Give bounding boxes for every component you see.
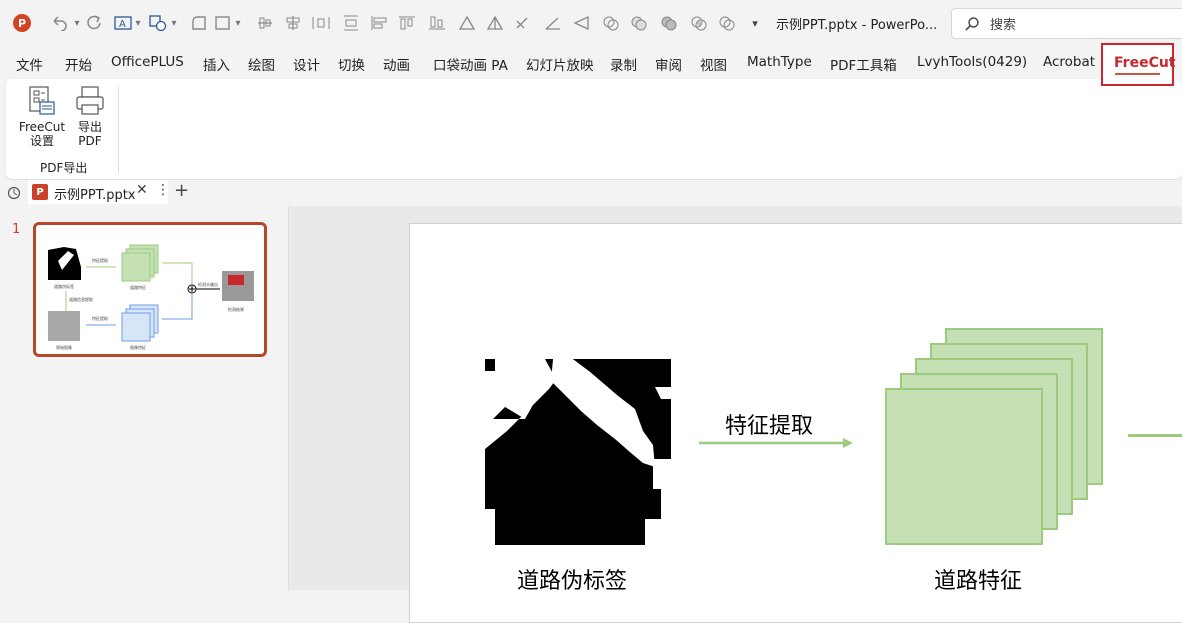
customize-toolbar-icon[interactable]: ▾ — [748, 12, 762, 34]
slide-thumbnail-preview: 道路伪标签 特征提取 道路特征 检测头输出 检测结果 道路信息提取 原始图像 特… — [48, 244, 254, 350]
search-icon — [965, 16, 979, 31]
title-bar: P ▾ A ▾ ▾ ▾ ▾ 示例PPT.pptx - PowerPo... 搜索 — [0, 0, 1182, 46]
powerpoint-logo-icon: P — [13, 14, 31, 32]
sync-icon[interactable] — [6, 185, 22, 201]
caption-road-pseudo-label: 道路伪标签 — [517, 569, 628, 594]
search-placeholder: 搜索 — [990, 18, 1017, 33]
distribute-vertical-icon[interactable] — [340, 12, 362, 34]
svg-text:道路信息提取: 道路信息提取 — [69, 296, 93, 302]
merge-shapes-icon[interactable] — [600, 12, 622, 34]
caption-road-feature: 道路特征 — [934, 569, 1023, 594]
freecut-settings-label-2: 设置 — [29, 134, 54, 148]
tab-lvyhtools[interactable]: LvyhTools(0429) — [917, 54, 1027, 70]
tab-home[interactable]: 开始 — [65, 54, 92, 74]
export-pdf-label-2: PDF — [78, 134, 102, 148]
align-center-vertical-icon[interactable] — [254, 12, 276, 34]
tab-record[interactable]: 录制 — [610, 54, 637, 74]
slide-number: 1 — [12, 222, 21, 237]
align-left-icon[interactable] — [368, 12, 390, 34]
tab-animations[interactable]: 动画 — [383, 54, 410, 74]
svg-text:检测结果: 检测结果 — [228, 306, 244, 312]
tab-pdf-toolbox[interactable]: PDF工具箱 — [830, 54, 897, 74]
feature-extraction-arrow[interactable] — [699, 437, 855, 449]
shapes-icon[interactable] — [147, 12, 169, 34]
group-separator — [118, 85, 119, 173]
ribbon-panel: FreeCut 设置 导出 PDF PDF导出 — [6, 79, 1182, 179]
tab-acrobat[interactable]: Acrobat — [1043, 54, 1095, 70]
brush-icon[interactable] — [512, 12, 534, 34]
shapes-dropdown-icon[interactable]: ▾ — [168, 12, 180, 34]
tab-insert[interactable]: 插入 — [203, 54, 230, 74]
align-bottom-icon[interactable] — [426, 12, 448, 34]
freecut-settings-label-1: FreeCut — [18, 120, 66, 134]
align-center-horizontal-icon[interactable] — [282, 12, 304, 34]
fill-triangle-icon[interactable] — [570, 12, 592, 34]
freecut-settings-icon — [29, 86, 55, 115]
tab-freecut-label: FreeCut — [1114, 55, 1176, 71]
tab-file[interactable]: 文件 — [16, 54, 43, 74]
angle-icon[interactable] — [542, 12, 564, 34]
active-tab-underline — [1115, 73, 1160, 75]
tab-freecut[interactable]: FreeCut — [1101, 43, 1176, 86]
more-options-icon[interactable]: ⋮ — [156, 182, 170, 198]
ribbon-tabs: 文件 开始 OfficePLUS 插入 绘图 设计 切换 动画 口袋动画 PA … — [0, 46, 1182, 80]
svg-text:A: A — [119, 19, 126, 30]
fragment-icon[interactable] — [688, 12, 710, 34]
rounded-rect-icon[interactable] — [188, 12, 210, 34]
slide-thumbnail-pane: 1 道路伪标签 特征提取 道路特征 检测头输出 检测结果 道路信息提取 原始图像 — [0, 206, 288, 590]
redo-icon[interactable] — [82, 12, 104, 34]
export-pdf-label-1: 导出 — [77, 120, 102, 134]
svg-text:图像特征: 图像特征 — [130, 344, 146, 350]
new-tab-button[interactable]: + — [174, 180, 189, 201]
tab-view[interactable]: 视图 — [700, 54, 727, 74]
svg-text:特征提取: 特征提取 — [92, 257, 108, 263]
pptx-file-icon: P — [32, 184, 48, 200]
tab-review[interactable]: 审阅 — [655, 54, 682, 74]
document-tab-strip: P 示例PPT.pptx ✕ ⋮ + — [0, 180, 1182, 206]
export-pdf-button[interactable]: 导出 PDF — [72, 85, 108, 148]
feature-extraction-label: 特征提取 — [725, 414, 814, 439]
road-feature-stack[interactable] — [884, 328, 1104, 548]
freecut-settings-button[interactable]: FreeCut 设置 — [18, 85, 66, 148]
document-tab[interactable]: P 示例PPT.pptx ✕ ⋮ — [28, 180, 170, 204]
document-title: 示例PPT.pptx - PowerPo... — [776, 18, 938, 33]
document-tab-name: 示例PPT.pptx — [54, 188, 136, 203]
slide-thumbnail[interactable]: 道路伪标签 特征提取 道路特征 检测头输出 检测结果 道路信息提取 原始图像 特… — [33, 222, 267, 357]
rectangle-dropdown-icon[interactable]: ▾ — [232, 12, 244, 34]
group-label-pdf-export: PDF导出 — [40, 161, 88, 175]
tab-draw[interactable]: 绘图 — [248, 54, 275, 74]
tab-mathtype[interactable]: MathType — [747, 54, 812, 70]
tab-transitions[interactable]: 切换 — [338, 54, 365, 74]
rectangle-icon[interactable] — [212, 12, 234, 34]
tab-design[interactable]: 设计 — [293, 54, 320, 74]
triangle-icon[interactable] — [456, 12, 478, 34]
svg-text:特征提取: 特征提取 — [92, 315, 108, 321]
road-pseudo-label-image[interactable] — [485, 359, 671, 545]
svg-text:道路伪标签: 道路伪标签 — [54, 283, 74, 289]
tab-slideshow[interactable]: 幻灯片放映 — [526, 54, 594, 74]
text-box-icon[interactable]: A — [112, 12, 134, 34]
svg-text:原始图像: 原始图像 — [56, 344, 72, 350]
intersect-icon[interactable] — [716, 12, 738, 34]
svg-text:检测头输出: 检测头输出 — [198, 281, 218, 287]
align-top-icon[interactable] — [396, 12, 418, 34]
triangle-split-icon[interactable] — [484, 12, 506, 34]
combine-icon[interactable] — [658, 12, 680, 34]
printer-icon — [76, 86, 104, 115]
search-box[interactable]: 搜索 — [951, 8, 1182, 39]
connector-line[interactable] — [1128, 434, 1182, 437]
svg-text:道路特征: 道路特征 — [130, 284, 146, 290]
distribute-horizontal-icon[interactable] — [310, 12, 332, 34]
tab-officeplus[interactable]: OfficePLUS — [111, 54, 184, 70]
close-icon[interactable]: ✕ — [136, 182, 148, 198]
union-icon[interactable] — [628, 12, 650, 34]
text-box-dropdown-icon[interactable]: ▾ — [132, 12, 144, 34]
tab-pocket-animation[interactable]: 口袋动画 PA — [433, 54, 508, 74]
